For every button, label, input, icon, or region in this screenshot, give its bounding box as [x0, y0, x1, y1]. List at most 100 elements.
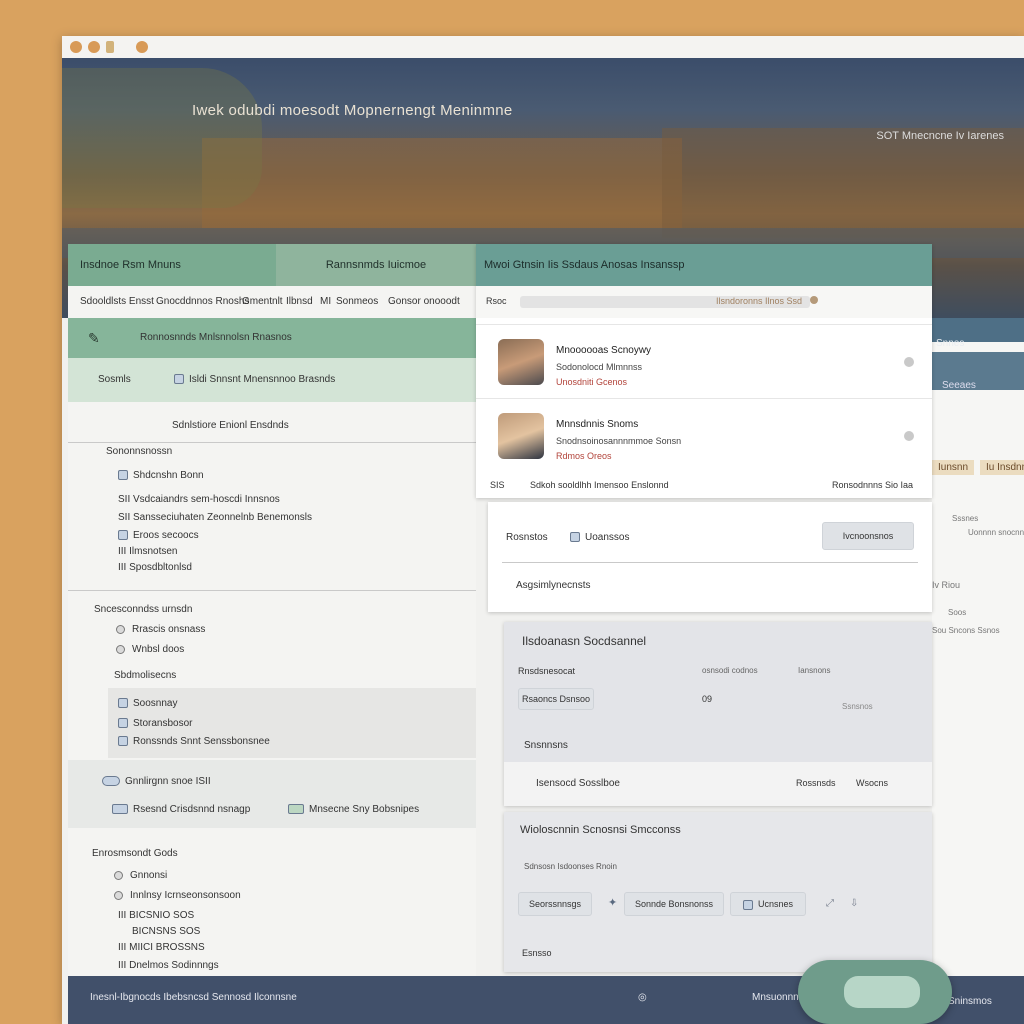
subtitle: Sdnlstiore Enionl Ensdnds: [172, 420, 289, 431]
doc-icon: [118, 698, 128, 709]
right-panel: Snnes Seeaes Iunsnn Iu Insdnns Sssnes Uo…: [932, 318, 1024, 1024]
right-label-2[interactable]: Seeaes: [942, 380, 976, 391]
option-button[interactable]: Seorssnnsgs: [518, 892, 592, 916]
tab-secondary[interactable]: Rannsnmds Iuicmoe: [276, 244, 476, 286]
fab-inner[interactable]: [844, 976, 920, 1008]
radio-icon[interactable]: [114, 870, 123, 880]
list-item[interactable]: III Ilmsnotsen: [118, 546, 177, 557]
settings-card: Wioloscnnin Scnosnsi Smcconss Sdnsosn Is…: [504, 812, 932, 972]
expand-icon[interactable]: ⤢: [826, 898, 834, 909]
avatar: [498, 413, 544, 459]
filter-item[interactable]: Gonsor onooodt: [388, 296, 460, 307]
contacts-footer-right[interactable]: Ronsodnnns Sio Iaa: [832, 480, 913, 490]
option-button[interactable]: Sonnde Bonsnonss: [624, 892, 724, 916]
settings-row[interactable]: Gnnlirgnn snoe ISII: [102, 776, 211, 787]
list-item[interactable]: SII Vsdcaiandrs sem-hoscdi Innsnos: [118, 494, 280, 505]
radio-option[interactable]: Innlnsy Icrnseonsonsoon: [114, 890, 241, 901]
bottom-left[interactable]: Isensocd Sosslboe: [536, 778, 620, 789]
list-item[interactable]: Soosnnay: [118, 698, 177, 709]
list-item[interactable]: III Sposdbltonlsd: [118, 562, 192, 573]
column-header: osnsodi codnos: [702, 666, 758, 675]
list-item[interactable]: III MIICI BROSSNS: [118, 942, 205, 953]
filter-item[interactable]: Gmentnlt: [242, 296, 283, 307]
floating-action-button[interactable]: [798, 960, 952, 1024]
action-button[interactable]: Ivcnoonsnos: [822, 522, 914, 550]
list-item[interactable]: III Dnelmos Sodinnngs: [118, 960, 219, 971]
filter-item[interactable]: Gnocddnnos Rnoshs: [156, 296, 249, 307]
bottom-right[interactable]: Wsocns: [856, 778, 888, 788]
contact-sub: Sodonolocd Mlmnnss: [556, 362, 643, 372]
filter-item[interactable]: Sonmeos: [336, 296, 378, 307]
radio-icon[interactable]: [116, 644, 125, 654]
tab-main[interactable]: Insdnoe Rsm Mnuns: [68, 244, 276, 286]
search-row: Rsoc Ilsndoronns Ilnos Ssd: [476, 286, 932, 318]
list-item[interactable]: BICNSNS SOS: [132, 926, 200, 937]
pen-icon[interactable]: ✎: [88, 330, 100, 347]
radio-icon[interactable]: [116, 624, 125, 634]
section-title: Sncesconndss urnsdn: [94, 604, 193, 615]
list-item[interactable]: Ronssnds Snnt Senssbonsnee: [118, 736, 270, 747]
footer-far-right[interactable]: Sninsmos: [948, 996, 992, 1007]
filter-item[interactable]: Ilbnsd: [286, 296, 313, 307]
pin-icon[interactable]: [106, 41, 114, 53]
doc-icon: [570, 532, 580, 543]
download-icon[interactable]: ⇩: [850, 898, 858, 909]
contacts-card: Mwoi Gtnsin Iis Ssdaus Anosas Insanssp R…: [476, 244, 932, 498]
section-title: Enrosmsondt Gods: [92, 848, 178, 859]
doc-icon: [118, 470, 128, 481]
right-text-5: Sou Sncons Ssnos: [932, 626, 1000, 635]
toggle-icon[interactable]: [102, 776, 120, 787]
footer-left: Inesnl-Ibgnocds Ibebsncsd Sennosd Ilconn…: [90, 992, 297, 1003]
dropdown-button[interactable]: Rsaoncs Dsnsoo: [518, 688, 594, 710]
card-item[interactable]: Uoanssos: [570, 532, 629, 543]
column-header: Iansnons: [798, 666, 831, 675]
contact-name: Mnoooooas Scnoywy: [556, 345, 652, 356]
radio-option[interactable]: Rrascis onsnass: [116, 624, 205, 635]
list-item[interactable]: Eroos secoocs: [118, 530, 199, 541]
contact-item[interactable]: Mnnsdnnis Snoms Snodnsoinosannnmmoe Sons…: [476, 398, 932, 475]
green-bar-text: Ronnosnnds Mnlsnnolsn Rnasnos: [140, 332, 292, 343]
list-item[interactable]: SII Sansseciuhaten Zeonnelnb Benemonsls: [118, 512, 312, 523]
contact-item[interactable]: Mnoooooas Scnoywy Sodonolocd Mlmnnss Uno…: [476, 324, 932, 401]
maximize-dot-icon[interactable]: [136, 41, 148, 53]
row-label: Snsnnsns: [524, 740, 568, 751]
radio-option[interactable]: Gnnonsi: [114, 870, 167, 881]
light-green-text[interactable]: Isldi Snnsnt Mnensnnoo Brasnds: [174, 374, 335, 385]
list-item[interactable]: Storansbosor: [118, 718, 192, 729]
column-header: Rnsdsnesocat: [518, 666, 576, 676]
filter-item[interactable]: MI: [320, 296, 331, 307]
status-dot-icon[interactable]: [904, 431, 914, 441]
pin-icon[interactable]: ✦: [608, 896, 617, 909]
settings-row[interactable]: Mnsecne Sny Bobsnipes: [288, 804, 419, 815]
card-footer: Esnsso: [522, 948, 552, 958]
doc-icon: [118, 530, 128, 541]
section-title: Sononnsnossn: [106, 446, 173, 457]
status-dot-icon[interactable]: [904, 357, 914, 367]
app-window: Iwek odubdi moesodt Mopnernengt Meninmne…: [62, 36, 1024, 1024]
settings-row[interactable]: Rsesnd Crisdsnnd nsnagp: [112, 804, 250, 815]
filter-item[interactable]: Sdooldlsts Ensst: [80, 296, 154, 307]
card-sub: Sdnsosn Isdoonses Rnoin: [524, 862, 617, 871]
list-item[interactable]: III BICSNIO SOS: [118, 910, 194, 921]
option-button[interactable]: Ucnsnes: [730, 892, 806, 916]
search-icon[interactable]: [810, 296, 818, 304]
section-title: Sbdmolisecns: [114, 670, 177, 681]
banner-right-text: SOT Mnecncne Iv Iarenes: [876, 130, 1004, 142]
radio-option[interactable]: Wnbsl doos: [116, 644, 184, 655]
contact-link[interactable]: Unosdniti Gcenos: [556, 377, 627, 387]
minimize-dot-icon[interactable]: [88, 41, 100, 53]
contacts-footer-left: SIS: [490, 480, 505, 490]
doc-icon: [118, 718, 128, 729]
right-tag-1[interactable]: Iunsnn: [932, 460, 975, 475]
radio-icon[interactable]: [114, 890, 123, 900]
list-item[interactable]: Shdcnshn Bonn: [118, 470, 204, 481]
checkbox-icon[interactable]: [174, 374, 184, 385]
right-tag-2[interactable]: Iu Insdnns: [980, 460, 1024, 475]
bottom-mid[interactable]: Rossnsds: [796, 778, 836, 788]
tasks-card: Rosnstos Uoanssos Ivcnoonsnos Asgsimlyne…: [488, 502, 932, 612]
contact-link[interactable]: Rdmos Oreos: [556, 451, 612, 461]
light-green-bar: Sosmls Isldi Snnsnt Mnensnnoo Brasnds: [68, 358, 476, 402]
details-card: Ilsdoanasn Socdsannel Rnsdsnesocat osnso…: [504, 622, 932, 806]
contacts-header: Mwoi Gtnsin Iis Ssdaus Anosas Insanssp: [476, 244, 932, 286]
close-dot-icon[interactable]: [70, 41, 82, 53]
